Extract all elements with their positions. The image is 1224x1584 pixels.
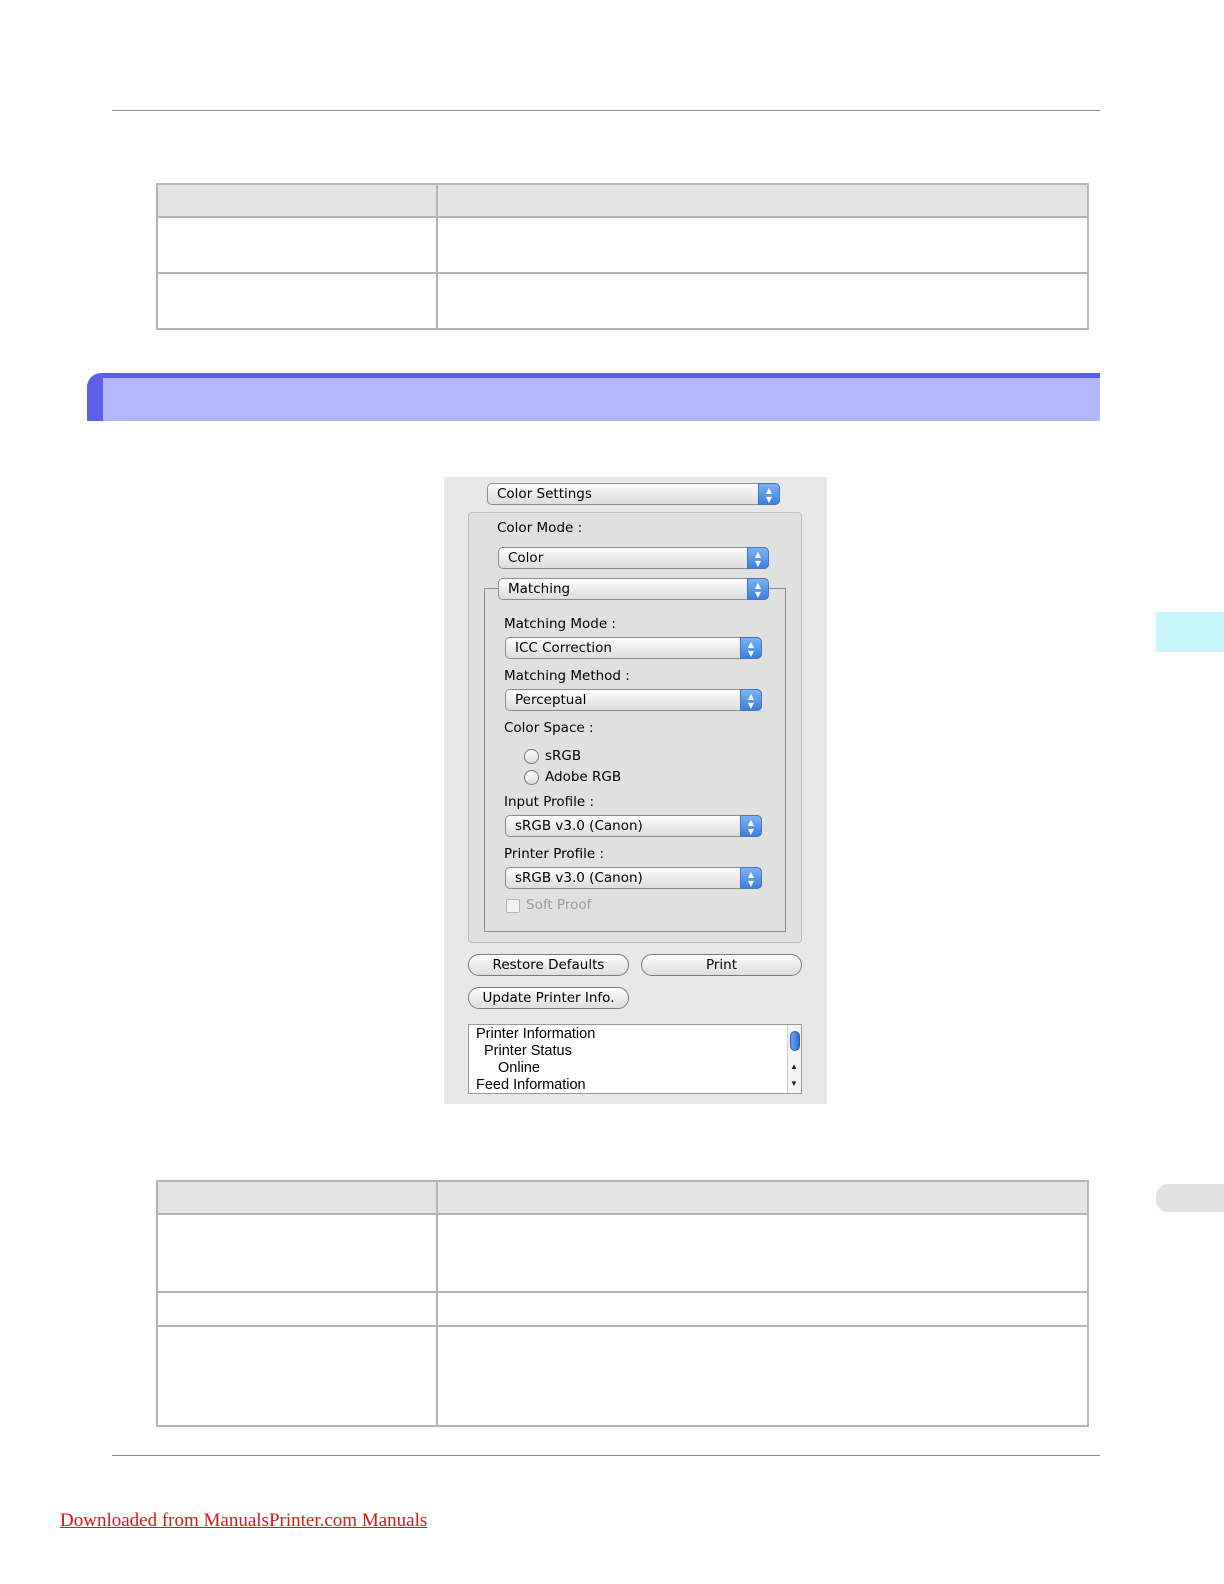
color-mode-label: Color Mode : [497,520,583,536]
table-row [156,1325,1089,1427]
adobe-rgb-radio-label: Adobe RGB [545,769,622,785]
update-printer-info-button[interactable]: Update Printer Info. [468,987,629,1009]
color-settings-panel: Color Settings ▲ ▼ Color Mode : Color ▲ ▼ … [444,477,827,1104]
section-heading-bar [87,373,1100,421]
list-item: Printer Information [476,1026,596,1042]
bottom-table [156,1180,1089,1427]
matching-method-label: Matching Method : [504,668,630,684]
srgb-radio[interactable] [524,749,539,764]
popup-arrows-icon: ▲ ▼ [740,867,762,889]
chapter-side-tab[interactable] [1156,612,1224,652]
matching-method-popup[interactable]: Perceptual ▲ ▼ [505,689,762,711]
restore-defaults-button[interactable]: Restore Defaults [468,954,629,976]
color-mode-popup[interactable]: Color ▲ ▼ [498,547,769,569]
download-source-link[interactable]: Downloaded from ManualsPrinter.com Manua… [60,1510,427,1532]
panel-selector-popup[interactable]: Color Settings ▲ ▼ [487,483,780,505]
table-row [156,1213,1089,1293]
table-header-row [156,1180,1089,1215]
list-scrollbar[interactable]: ▲ ▼ [787,1025,801,1093]
table-row [156,216,1089,274]
popup-arrows-icon: ▲ ▼ [747,547,769,569]
print-button[interactable]: Print [641,954,802,976]
printer-profile-popup[interactable]: sRGB v3.0 (Canon) ▲ ▼ [505,867,762,889]
matching-mode-label: Matching Mode : [504,616,616,632]
list-item: Feed Information [476,1077,586,1093]
side-tab[interactable] [1156,1184,1224,1212]
popup-arrows-icon: ▲ ▼ [740,689,762,711]
color-space-label: Color Space : [504,720,594,736]
scroll-up-arrow-icon[interactable]: ▲ [790,1062,798,1071]
soft-proof-checkbox[interactable] [506,899,520,913]
srgb-radio-label: sRGB [545,748,582,764]
popup-arrows-icon: ▲ ▼ [747,578,769,600]
table-row [156,272,1089,330]
scroll-down-arrow-icon[interactable]: ▼ [790,1079,798,1088]
table-row [156,1291,1089,1327]
top-table [156,183,1089,330]
list-item: Online [498,1060,540,1076]
adobe-rgb-radio[interactable] [524,770,539,785]
table-header-row [156,183,1089,218]
soft-proof-label: Soft Proof [526,897,592,913]
header-rule [112,110,1100,111]
printer-profile-label: Printer Profile : [504,846,605,862]
scrollbar-thumb[interactable] [790,1031,800,1051]
input-profile-label: Input Profile : [504,794,595,810]
popup-arrows-icon: ▲ ▼ [740,815,762,837]
popup-arrows-icon: ▲ ▼ [758,483,780,505]
popup-arrows-icon: ▲ ▼ [740,637,762,659]
input-profile-popup[interactable]: sRGB v3.0 (Canon) ▲ ▼ [505,815,762,837]
matching-mode-popup[interactable]: ICC Correction ▲ ▼ [505,637,762,659]
list-item: Printer Status [484,1043,572,1059]
matching-section-popup[interactable]: Matching ▲ ▼ [498,578,769,600]
printer-info-list[interactable]: Printer Information Printer Status Onlin… [468,1024,802,1094]
footer-rule [112,1455,1100,1456]
